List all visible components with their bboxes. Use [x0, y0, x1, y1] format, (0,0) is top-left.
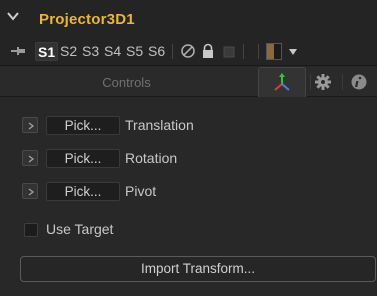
chevron-right-icon — [28, 122, 35, 130]
use-target-label[interactable]: Use Target — [46, 221, 113, 237]
info-icon[interactable] — [350, 73, 368, 91]
tab-bar: Controls — [0, 67, 377, 97]
translation-expander[interactable] — [22, 117, 38, 133]
rotation-pick-button[interactable]: Pick... — [46, 149, 120, 168]
chevron-right-icon — [28, 188, 35, 196]
use-target-checkbox[interactable] — [24, 223, 38, 237]
import-transform-button[interactable]: Import Transform... — [20, 256, 376, 282]
disable-icon[interactable] — [180, 43, 196, 59]
rotation-expander[interactable] — [22, 150, 38, 166]
toolbar-divider — [258, 44, 259, 59]
color-swatch[interactable] — [266, 43, 282, 60]
translation-label: Translation — [125, 117, 194, 133]
slot-s2[interactable]: S2 — [58, 42, 79, 61]
tab-controls[interactable]: Controls — [0, 67, 253, 97]
gear-icon[interactable] — [314, 73, 332, 91]
tab-divider — [342, 74, 343, 90]
tab-controls-label: Controls — [102, 75, 151, 90]
reset-icon[interactable] — [221, 43, 237, 59]
tab-divider — [310, 74, 311, 90]
pivot-row: Pick... Pivot — [0, 177, 377, 205]
chevron-right-icon — [28, 155, 35, 163]
toolbar-divider — [172, 44, 173, 59]
node-title[interactable]: Projector3D1 — [39, 11, 135, 28]
3d-axes-icon — [274, 73, 290, 91]
rotation-row: Pick... Rotation — [0, 144, 377, 172]
dropdown-icon[interactable] — [289, 49, 297, 55]
lock-icon[interactable] — [200, 43, 216, 59]
node-toolbar: S1 S2 S3 S4 S5 S6 — [0, 36, 377, 66]
tab-3d-transform[interactable] — [258, 67, 306, 97]
slot-s3[interactable]: S3 — [80, 42, 101, 61]
pivot-expander[interactable] — [22, 183, 38, 199]
translation-pick-button[interactable]: Pick... — [46, 116, 120, 135]
rotation-label: Rotation — [125, 150, 178, 166]
use-target-row: Use Target — [0, 216, 377, 244]
toolbar-divider — [243, 44, 244, 59]
slot-s1[interactable]: S1 — [35, 42, 59, 61]
translation-row: Pick... Translation — [0, 111, 377, 139]
pivot-label: Pivot — [125, 183, 157, 199]
node-header: Projector3D1 — [0, 0, 377, 36]
slot-s4[interactable]: S4 — [102, 42, 123, 61]
slot-s6[interactable]: S6 — [146, 42, 167, 61]
pivot-pick-button[interactable]: Pick... — [46, 182, 120, 201]
chevron-down-icon[interactable] — [7, 11, 19, 21]
pin-icon[interactable] — [10, 44, 26, 58]
slot-s5[interactable]: S5 — [124, 42, 145, 61]
